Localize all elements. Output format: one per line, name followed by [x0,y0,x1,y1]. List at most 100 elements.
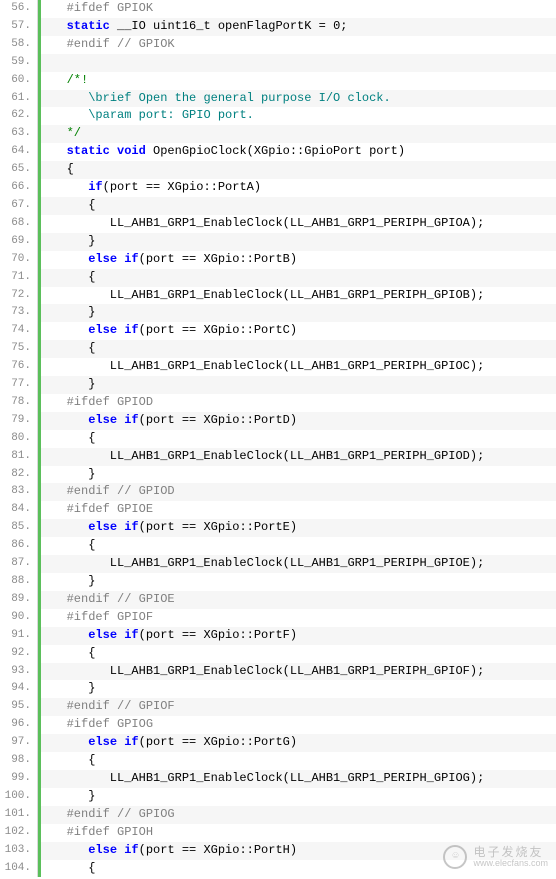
code-line: 95. #endif // GPIOF [0,698,556,716]
line-number: 57. [0,18,38,36]
code-line: 91. else if(port == XGpio::PortF) [0,627,556,645]
code-line: 102. #ifdef GPIOH [0,824,556,842]
code-content: #ifdef GPIOE [41,501,556,519]
code-line: 66. if(port == XGpio::PortA) [0,179,556,197]
code-editor: 56. #ifdef GPIOK57. static __IO uint16_t… [0,0,556,877]
line-number: 62. [0,107,38,125]
line-number: 76. [0,358,38,376]
code-line: 78. #ifdef GPIOD [0,394,556,412]
code-content: else if(port == XGpio::PortD) [41,412,556,430]
code-content [41,54,556,72]
code-line: 69. } [0,233,556,251]
code-line: 99. LL_AHB1_GRP1_EnableClock(LL_AHB1_GRP… [0,770,556,788]
code-content: LL_AHB1_GRP1_EnableClock(LL_AHB1_GRP1_PE… [41,555,556,573]
line-number: 86. [0,537,38,555]
code-line: 64. static void OpenGpioClock(XGpio::Gpi… [0,143,556,161]
line-number: 96. [0,716,38,734]
line-number: 82. [0,466,38,484]
code-content: \brief Open the general purpose I/O cloc… [41,90,556,108]
code-line: 93. LL_AHB1_GRP1_EnableClock(LL_AHB1_GRP… [0,663,556,681]
line-number: 56. [0,0,38,18]
code-content: static void OpenGpioClock(XGpio::GpioPor… [41,143,556,161]
line-number: 87. [0,555,38,573]
code-line: 98. { [0,752,556,770]
code-line: 57. static __IO uint16_t openFlagPortK =… [0,18,556,36]
code-line: 82. } [0,466,556,484]
code-line: 84. #ifdef GPIOE [0,501,556,519]
code-content: #endif // GPIOF [41,698,556,716]
line-number: 59. [0,54,38,72]
code-content: } [41,233,556,251]
code-line: 89. #endif // GPIOE [0,591,556,609]
line-number: 85. [0,519,38,537]
code-content: else if(port == XGpio::PortE) [41,519,556,537]
code-content: LL_AHB1_GRP1_EnableClock(LL_AHB1_GRP1_PE… [41,770,556,788]
code-content: { [41,752,556,770]
code-line: 86. { [0,537,556,555]
code-line: 77. } [0,376,556,394]
code-line: 74. else if(port == XGpio::PortC) [0,322,556,340]
code-content: } [41,376,556,394]
code-content: else if(port == XGpio::PortG) [41,734,556,752]
code-line: 88. } [0,573,556,591]
code-content: #ifdef GPIOD [41,394,556,412]
code-line: 76. LL_AHB1_GRP1_EnableClock(LL_AHB1_GRP… [0,358,556,376]
code-line: 62. \param port: GPIO port. [0,107,556,125]
line-number: 88. [0,573,38,591]
code-line: 97. else if(port == XGpio::PortG) [0,734,556,752]
line-number: 66. [0,179,38,197]
code-content: #endif // GPIOD [41,483,556,501]
code-line: 73. } [0,304,556,322]
line-number: 98. [0,752,38,770]
code-content: LL_AHB1_GRP1_EnableClock(LL_AHB1_GRP1_PE… [41,215,556,233]
line-number: 60. [0,72,38,90]
code-content: } [41,304,556,322]
code-content: LL_AHB1_GRP1_EnableClock(LL_AHB1_GRP1_PE… [41,287,556,305]
code-line: 60. /*! [0,72,556,90]
line-number: 100. [0,788,38,806]
code-line: 90. #ifdef GPIOF [0,609,556,627]
code-line: 71. { [0,269,556,287]
line-number: 94. [0,680,38,698]
line-number: 71. [0,269,38,287]
code-line: 103. else if(port == XGpio::PortH) [0,842,556,860]
code-line: 87. LL_AHB1_GRP1_EnableClock(LL_AHB1_GRP… [0,555,556,573]
line-number: 58. [0,36,38,54]
code-line: 94. } [0,680,556,698]
line-number: 104. [0,860,38,878]
code-line: 65. { [0,161,556,179]
code-content: #endif // GPIOE [41,591,556,609]
code-content: else if(port == XGpio::PortC) [41,322,556,340]
code-line: 75. { [0,340,556,358]
code-content: { [41,161,556,179]
code-line: 79. else if(port == XGpio::PortD) [0,412,556,430]
code-line: 58. #endif // GPIOK [0,36,556,54]
line-number: 65. [0,161,38,179]
code-content: else if(port == XGpio::PortH) [41,842,556,860]
code-content: \param port: GPIO port. [41,107,556,125]
line-number: 64. [0,143,38,161]
line-number: 63. [0,125,38,143]
code-line: 68. LL_AHB1_GRP1_EnableClock(LL_AHB1_GRP… [0,215,556,233]
line-number: 83. [0,483,38,501]
line-number: 80. [0,430,38,448]
code-content: #endif // GPIOK [41,36,556,54]
code-line: 56. #ifdef GPIOK [0,0,556,18]
code-content: /*! [41,72,556,90]
code-content: else if(port == XGpio::PortB) [41,251,556,269]
line-number: 73. [0,304,38,322]
line-number: 81. [0,448,38,466]
code-line: 70. else if(port == XGpio::PortB) [0,251,556,269]
code-content: } [41,466,556,484]
line-number: 68. [0,215,38,233]
code-line: 81. LL_AHB1_GRP1_EnableClock(LL_AHB1_GRP… [0,448,556,466]
code-content: LL_AHB1_GRP1_EnableClock(LL_AHB1_GRP1_PE… [41,358,556,376]
line-number: 61. [0,90,38,108]
line-number: 70. [0,251,38,269]
code-line: 85. else if(port == XGpio::PortE) [0,519,556,537]
code-content: } [41,573,556,591]
line-number: 102. [0,824,38,842]
code-line: 104. { [0,860,556,878]
line-number: 75. [0,340,38,358]
line-number: 74. [0,322,38,340]
